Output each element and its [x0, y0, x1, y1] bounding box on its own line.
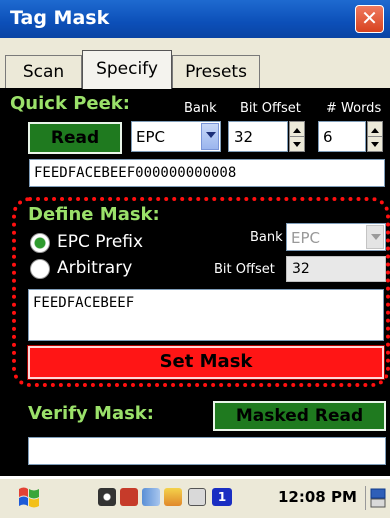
spin-up-icon[interactable] [368, 122, 382, 137]
bank-select[interactable]: EPC [131, 121, 221, 152]
tab-presets[interactable]: Presets [172, 55, 260, 88]
words-value: 6 [323, 128, 333, 146]
mask-bit-offset-label: Bit Offset [214, 262, 275, 277]
spin-down-icon[interactable] [368, 137, 382, 152]
verify-mask-heading: Verify Mask: [28, 403, 154, 424]
epc-prefix-label: EPC Prefix [57, 232, 144, 252]
bit-offset-value: 32 [234, 128, 254, 146]
tab-specify[interactable]: Specify [82, 50, 172, 89]
keyboard-icon[interactable] [188, 488, 206, 506]
power-icon[interactable] [164, 488, 182, 506]
tab-scan[interactable]: Scan [5, 55, 82, 88]
mask-bank-label: Bank [250, 230, 283, 245]
arbitrary-label: Arbitrary [57, 258, 133, 278]
close-button[interactable]: ✕ [355, 5, 384, 33]
quick-peek-result-text: FEEDFACEBEEF000000000008 [34, 165, 237, 181]
words-spinner[interactable] [367, 121, 383, 152]
mask-bit-offset-value: 32 [292, 261, 310, 277]
bank-select-value: EPC [136, 128, 165, 146]
star-icon[interactable] [120, 488, 138, 506]
bank-label: Bank [184, 101, 217, 116]
quick-peek-heading: Quick Peek: [10, 93, 130, 114]
chevron-down-icon[interactable] [366, 225, 384, 249]
words-label: # Words [326, 101, 382, 116]
radio-arbitrary[interactable] [30, 259, 50, 279]
mask-bank-value: EPC [291, 229, 320, 247]
mask-value-input[interactable]: FEEDFACEBEEF [28, 289, 384, 341]
input-panel-icon[interactable] [365, 486, 387, 510]
bit-offset-spinner[interactable] [289, 121, 305, 152]
chevron-down-icon[interactable] [201, 123, 219, 150]
clock[interactable]: 12:08 PM [278, 488, 357, 506]
window-title: Tag Mask [10, 7, 110, 29]
network-icon[interactable] [98, 488, 116, 506]
info-badge-icon[interactable]: 1 [212, 488, 232, 506]
set-mask-button[interactable]: Set Mask [27, 345, 385, 380]
start-flag-icon[interactable] [16, 484, 42, 510]
mask-value-text: FEEDFACEBEEF [33, 295, 135, 311]
spin-down-icon[interactable] [290, 137, 304, 152]
connection-icon[interactable] [142, 488, 160, 506]
mask-bit-offset-field: 32 [286, 256, 386, 282]
radio-epc-prefix[interactable] [30, 233, 50, 253]
spin-up-icon[interactable] [290, 122, 304, 137]
verify-result-field [28, 437, 386, 465]
mask-bank-select[interactable]: EPC [286, 223, 386, 251]
read-button[interactable]: Read [28, 122, 122, 154]
define-mask-heading: Define Mask: [28, 204, 160, 225]
words-input[interactable]: 6 [318, 121, 366, 152]
bit-offset-label: Bit Offset [240, 101, 301, 116]
quick-peek-result: FEEDFACEBEEF000000000008 [29, 159, 385, 187]
bit-offset-input[interactable]: 32 [228, 121, 288, 152]
masked-read-button[interactable]: Masked Read [213, 401, 386, 431]
